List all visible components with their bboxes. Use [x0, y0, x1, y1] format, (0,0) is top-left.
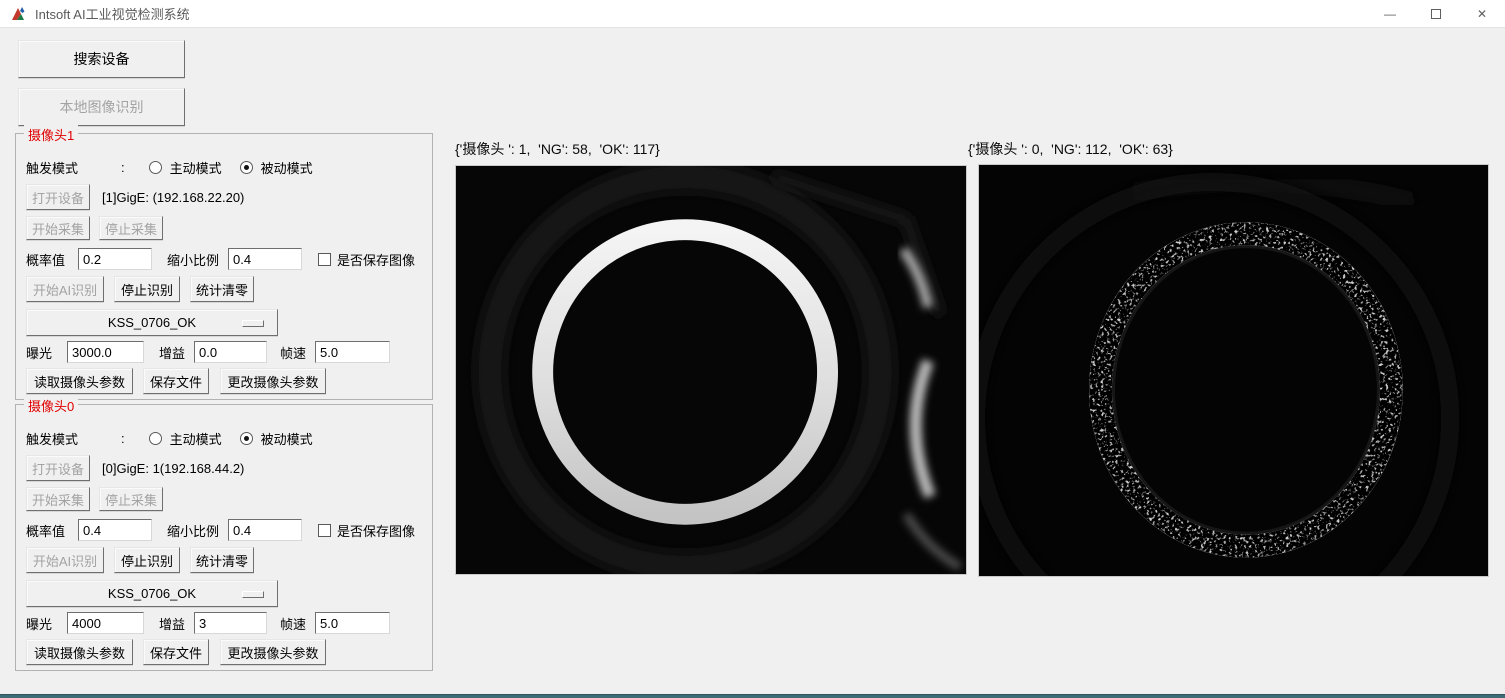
gain-label: 增益	[159, 614, 185, 633]
camera0-ai-row: 开始AI识别 停止识别 统计清零	[26, 547, 422, 573]
title-bar: Intsoft AI工业视觉检测系统 — ✕	[0, 0, 1505, 28]
radio-passive-label: 被动模式	[261, 429, 313, 448]
colon-label: :	[121, 431, 125, 446]
close-icon[interactable]: ✕	[1459, 0, 1505, 28]
camera0-probability-row: 概率值 缩小比例 是否保存图像	[26, 519, 422, 541]
save-image-label: 是否保存图像	[337, 521, 415, 540]
optionmenu-indicator-icon	[242, 591, 264, 598]
camera0-stop-ai-button[interactable]: 停止识别	[114, 547, 180, 573]
camera0-view	[978, 164, 1489, 577]
camera1-model-row: KSS_0706_OK	[26, 309, 422, 336]
trigger-mode-label: 触发模式	[26, 429, 88, 448]
camera0-save-file-button[interactable]: 保存文件	[143, 639, 209, 665]
camera1-probability-row: 概率值 缩小比例 是否保存图像	[26, 248, 422, 270]
camera1-device-info: [1]GigE: (192.168.22.20)	[102, 190, 244, 205]
taskbar-edge	[0, 694, 1505, 698]
camera1-exposure-input[interactable]	[67, 341, 144, 363]
camera1-params-row: 读取摄像头参数 保存文件 更改摄像头参数	[26, 368, 422, 394]
fps-label: 帧速	[280, 343, 306, 362]
camera0-probability-input[interactable]	[78, 519, 152, 541]
app-logo-icon	[11, 6, 28, 21]
probability-label: 概率值	[26, 250, 65, 269]
camera1-stop-capture-button[interactable]: 停止采集	[99, 216, 163, 240]
camera1-change-params-button[interactable]: 更改摄像头参数	[220, 368, 326, 394]
window-controls: — ✕	[1367, 0, 1505, 28]
camera1-gain-input[interactable]	[194, 341, 267, 363]
camera1-save-file-button[interactable]: 保存文件	[143, 368, 209, 394]
camera1-radio-passive-mode[interactable]	[240, 161, 253, 174]
camera1-clear-stats-button[interactable]: 统计清零	[190, 276, 254, 302]
camera0-gain-input[interactable]	[194, 612, 267, 634]
minimize-icon[interactable]: —	[1367, 0, 1413, 28]
camera0-stop-capture-button[interactable]: 停止采集	[99, 487, 163, 511]
camera0-open-row: 打开设备 [0]GigE: 1(192.168.44.2)	[26, 455, 422, 481]
radio-active-label: 主动模式	[170, 158, 222, 177]
camera0-read-params-button[interactable]: 读取摄像头参数	[26, 639, 133, 665]
camera1-radio-active-mode[interactable]	[149, 161, 162, 174]
camera0-device-info: [0]GigE: 1(192.168.44.2)	[102, 461, 244, 476]
camera0-model-row: KSS_0706_OK	[26, 580, 422, 607]
fps-label: 帧速	[280, 614, 306, 633]
radio-active-label: 主动模式	[170, 429, 222, 448]
maximize-icon[interactable]	[1413, 0, 1459, 28]
camera0-start-capture-button[interactable]: 开始采集	[26, 487, 90, 511]
camera1-trigger-row: 触发模式 : 主动模式 被动模式	[26, 158, 422, 176]
camera0-fps-input[interactable]	[315, 612, 390, 634]
camera1-stop-ai-button[interactable]: 停止识别	[114, 276, 180, 302]
shrink-ratio-label: 缩小比例	[167, 521, 219, 540]
camera1-read-params-button[interactable]: 读取摄像头参数	[26, 368, 133, 394]
camera1-save-image-checkbox[interactable]	[318, 253, 331, 266]
window-title: Intsoft AI工业视觉检测系统	[35, 4, 190, 23]
camera0-open-device-button[interactable]: 打开设备	[26, 455, 90, 481]
camera0-trigger-row: 触发模式 : 主动模式 被动模式	[26, 429, 422, 447]
camera1-shrink-ratio-input[interactable]	[228, 248, 302, 270]
camera0-change-params-button[interactable]: 更改摄像头参数	[220, 639, 326, 665]
exposure-label: 曝光	[26, 343, 52, 362]
camera1-open-device-button[interactable]: 打开设备	[26, 184, 90, 210]
camera0-exposure-input[interactable]	[67, 612, 144, 634]
camera1-exposure-row: 曝光 增益 帧速	[26, 341, 422, 363]
camera1-start-ai-button[interactable]: 开始AI识别	[26, 276, 104, 302]
camera0-params-row: 读取摄像头参数 保存文件 更改摄像头参数	[26, 639, 422, 665]
shrink-ratio-label: 缩小比例	[167, 250, 219, 269]
colon-label: :	[121, 160, 125, 175]
camera1-ai-row: 开始AI识别 停止识别 统计清零	[26, 276, 422, 302]
camera1-capture-row: 开始采集 停止采集	[26, 216, 422, 240]
camera0-exposure-row: 曝光 增益 帧速	[26, 612, 422, 634]
camera0-save-image-checkbox[interactable]	[318, 524, 331, 537]
camera1-stats-label: {'摄像头 ': 1, 'NG': 58, 'OK': 117}	[455, 139, 660, 159]
search-device-button[interactable]: 搜索设备	[18, 40, 185, 78]
camera0-stats-label: {'摄像头 ': 0, 'NG': 112, 'OK': 63}	[968, 139, 1173, 159]
exposure-label: 曝光	[26, 614, 52, 633]
camera1-open-row: 打开设备 [1]GigE: (192.168.22.20)	[26, 184, 422, 210]
radio-passive-label: 被动模式	[261, 158, 313, 177]
camera0-model-value: KSS_0706_OK	[108, 586, 196, 601]
trigger-mode-label: 触发模式	[26, 158, 88, 177]
camera1-start-capture-button[interactable]: 开始采集	[26, 216, 90, 240]
camera0-start-ai-button[interactable]: 开始AI识别	[26, 547, 104, 573]
optionmenu-indicator-icon	[242, 320, 264, 327]
camera1-model-select[interactable]: KSS_0706_OK	[26, 309, 278, 336]
local-image-recognition-button[interactable]: 本地图像识别	[18, 88, 185, 126]
camera0-model-select[interactable]: KSS_0706_OK	[26, 580, 278, 607]
camera0-capture-row: 开始采集 停止采集	[26, 487, 422, 511]
camera1-fps-input[interactable]	[315, 341, 390, 363]
camera1-probability-input[interactable]	[78, 248, 152, 270]
camera0-shrink-ratio-input[interactable]	[228, 519, 302, 541]
camera1-panel: 摄像头1 触发模式 : 主动模式 被动模式 打开设备 [1]GigE: (192…	[15, 133, 433, 400]
camera0-panel: 摄像头0 触发模式 : 主动模式 被动模式 打开设备 [0]GigE: 1(19…	[15, 404, 433, 671]
camera0-radio-passive-mode[interactable]	[240, 432, 253, 445]
camera0-panel-title: 摄像头0	[24, 396, 78, 415]
camera0-radio-active-mode[interactable]	[149, 432, 162, 445]
camera1-panel-title: 摄像头1	[24, 125, 78, 144]
probability-label: 概率值	[26, 521, 65, 540]
camera1-model-value: KSS_0706_OK	[108, 315, 196, 330]
save-image-label: 是否保存图像	[337, 250, 415, 269]
gain-label: 增益	[159, 343, 185, 362]
camera1-view	[455, 165, 967, 575]
camera0-clear-stats-button[interactable]: 统计清零	[190, 547, 254, 573]
